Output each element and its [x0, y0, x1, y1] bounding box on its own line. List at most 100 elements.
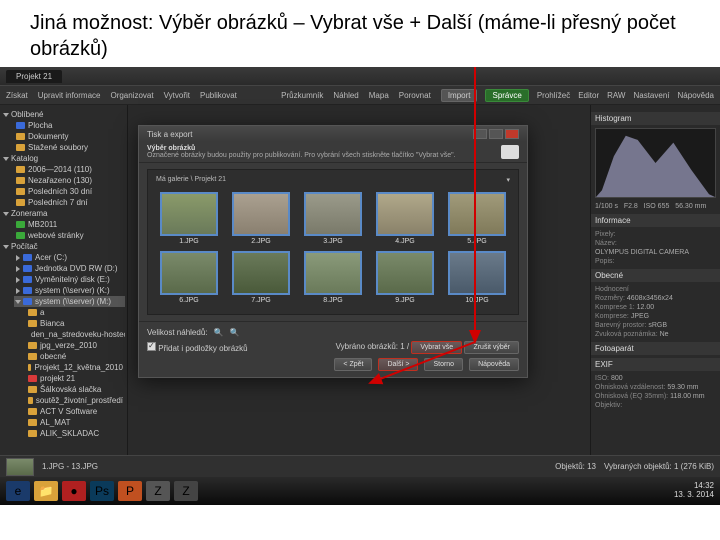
help-button[interactable]: Nápověda	[678, 91, 714, 100]
sidebar-item[interactable]: 2006—2014 (110)	[14, 164, 125, 175]
sidebar-folder[interactable]: soutěž_životní_prostředí	[26, 395, 125, 406]
deselect-button[interactable]: Zrušit výběr	[464, 341, 519, 354]
menu-upravit[interactable]: Upravit informace	[38, 91, 101, 100]
camera-header: Fotoaparát	[591, 342, 720, 355]
thumbnail[interactable]: 5.JPG	[444, 192, 510, 245]
next-button[interactable]: Další >	[378, 358, 418, 371]
maximize-button[interactable]	[489, 129, 503, 139]
taskbar-powerpoint-icon[interactable]: P	[118, 481, 142, 501]
sidebar-item[interactable]: MB2011	[14, 219, 125, 230]
sidebar-item[interactable]: Stažené soubory	[14, 142, 125, 153]
help-dialog-button[interactable]: Nápověda	[469, 358, 519, 371]
mode-import[interactable]: Import	[441, 89, 478, 102]
thumbnail-grid: 1.JPG 2.JPG 3.JPG 4.JPG 5.JPG 6.JPG 7.JP…	[152, 186, 514, 310]
tab-editor[interactable]: Editor	[578, 91, 599, 100]
center-area: Tisk a export Výběr obrázků Označené obr…	[128, 105, 590, 455]
sidebar-drive[interactable]: system (\\server) (K:)	[14, 285, 125, 296]
sidebar-folder[interactable]: obecné	[26, 351, 125, 362]
thumb-size-label: Velikost náhledů:	[147, 328, 208, 337]
menu-publikovat[interactable]: Publikovat	[200, 91, 237, 100]
sidebar-folder[interactable]: ALIK_SKLADAC	[26, 428, 125, 439]
taskbar-clock[interactable]: 14:32 13. 3. 2014	[674, 482, 714, 500]
sidebar-item[interactable]: Dokumenty	[14, 131, 125, 142]
zoom-in-icon[interactable]: 🔍	[229, 328, 239, 337]
thumbnail[interactable]: 8.JPG	[300, 251, 366, 304]
thumbnail[interactable]: 10.JPG	[444, 251, 510, 304]
sidebar-favorites[interactable]: Oblíbené	[2, 109, 125, 120]
taskbar-photoshop-icon[interactable]: Ps	[90, 481, 114, 501]
thumbnail[interactable]: 3.JPG	[300, 192, 366, 245]
taskbar-app-icon[interactable]: ●	[62, 481, 86, 501]
thumbnail[interactable]: 1.JPG	[156, 192, 222, 245]
sidebar-folder[interactable]: Šálkovská slačka	[26, 384, 125, 395]
menu-vytvorit[interactable]: Vytvořit	[164, 91, 190, 100]
sidebar-folder[interactable]: jpg_verze_2010	[26, 340, 125, 351]
menu-ziskat[interactable]: Získat	[6, 91, 28, 100]
settings-button[interactable]: Nastavení	[633, 91, 669, 100]
sidebar-item[interactable]: Nezařazeno (130)	[14, 175, 125, 186]
sidebar-drive[interactable]: Jednotka DVD RW (D:)	[14, 263, 125, 274]
selected-count-label: Vybráno obrázků:	[336, 342, 398, 351]
include-subfolders-label: Přidat i podložky obrázků	[158, 344, 247, 353]
status-preview	[6, 458, 34, 476]
sidebar-drive-selected[interactable]: system (\\server) (M:)	[14, 296, 125, 307]
sidebar-folder[interactable]: den_na_stredoveku-hostec_13_6_2013	[26, 329, 125, 340]
tab-porovnat[interactable]: Porovnat	[399, 91, 431, 100]
thumbnail[interactable]: 9.JPG	[372, 251, 438, 304]
printer-icon	[501, 145, 519, 159]
taskbar-ie-icon[interactable]: e	[6, 481, 30, 501]
project-tab[interactable]: Projekt 21	[6, 70, 62, 83]
zoom-out-icon[interactable]: 🔍	[214, 328, 224, 337]
sidebar-item[interactable]: Posledních 30 dní	[14, 186, 125, 197]
close-button[interactable]	[505, 129, 519, 139]
sidebar-item[interactable]: Posledních 7 dní	[14, 197, 125, 208]
select-all-button[interactable]: Vybrat vše	[411, 341, 462, 354]
app-titlebar: Projekt 21	[0, 67, 720, 85]
sidebar-folder[interactable]: AL_MAT	[26, 417, 125, 428]
taskbar-zoner2-icon[interactable]: Z	[174, 481, 198, 501]
sidebar-item[interactable]: Plocha	[14, 120, 125, 131]
select-images-dialog: Tisk a export Výběr obrázků Označené obr…	[138, 125, 528, 378]
thumbnail[interactable]: 6.JPG	[156, 251, 222, 304]
minimize-button[interactable]	[473, 129, 487, 139]
cancel-button[interactable]: Storno	[424, 358, 463, 371]
sidebar-zonerama[interactable]: Zonerama	[2, 208, 125, 219]
sidebar-folder[interactable]: Bianca	[26, 318, 125, 329]
thumbnail[interactable]: 2.JPG	[228, 192, 294, 245]
tab-nahled[interactable]: Náhled	[333, 91, 358, 100]
dialog-titlebar: Tisk a export	[139, 126, 527, 142]
tab-mapa[interactable]: Mapa	[369, 91, 389, 100]
sidebar-drive[interactable]: Acer (C:)	[14, 252, 125, 263]
taskbar-zoner-icon[interactable]: Z	[146, 481, 170, 501]
back-button[interactable]: < Zpět	[334, 358, 372, 371]
tab-pruzkumnik[interactable]: Průzkumník	[281, 91, 323, 100]
slide-title: Jiná možnost: Výběr obrázků – Vybrat vše…	[0, 0, 720, 67]
status-bar: 1.JPG - 13.JPG Objektů: 13 Vybraných obj…	[0, 455, 720, 477]
sidebar-item[interactable]: webové stránky	[14, 230, 125, 241]
sidebar-folder[interactable]: Projekt_12_května_2010	[26, 362, 125, 373]
status-count: Objektů: 13	[555, 462, 596, 471]
tab-raw[interactable]: RAW	[607, 91, 625, 100]
taskbar-explorer-icon[interactable]: 📁	[34, 481, 58, 501]
windows-taskbar: e 📁 ● Ps P Z Z 14:32 13. 3. 2014	[0, 477, 720, 505]
sidebar-computer[interactable]: Počítač	[2, 241, 125, 252]
sidebar-folder[interactable]: ACT V Software	[26, 406, 125, 417]
dialog-hint: Označené obrázky budou použity pro publi…	[147, 152, 456, 159]
sidebar-folder[interactable]: a	[26, 307, 125, 318]
thumbnail[interactable]: 4.JPG	[372, 192, 438, 245]
include-subfolders-checkbox[interactable]	[147, 342, 156, 351]
app-toolbar: Získat Upravit informace Organizovat Vyt…	[0, 85, 720, 105]
exif-header: EXIF	[591, 358, 720, 371]
status-file: 1.JPG - 13.JPG	[42, 462, 98, 471]
gallery-path: Má galerie \ Projekt 21	[156, 176, 226, 184]
thumbnail[interactable]: 7.JPG	[228, 251, 294, 304]
sidebar-folder[interactable]: projekt 21	[26, 373, 125, 384]
selected-count-value: 1 /	[400, 342, 409, 351]
histogram-header: Histogram	[591, 112, 720, 125]
tab-prohlizec[interactable]: Prohlížeč	[537, 91, 570, 100]
sidebar-drive[interactable]: Vyměnitelný disk (E:)	[14, 274, 125, 285]
sidebar-catalog[interactable]: Katalog	[2, 153, 125, 164]
panel-menu-icon[interactable]: ▾	[506, 176, 510, 184]
menu-organizovat[interactable]: Organizovat	[110, 91, 153, 100]
mode-spravce[interactable]: Správce	[485, 89, 528, 102]
